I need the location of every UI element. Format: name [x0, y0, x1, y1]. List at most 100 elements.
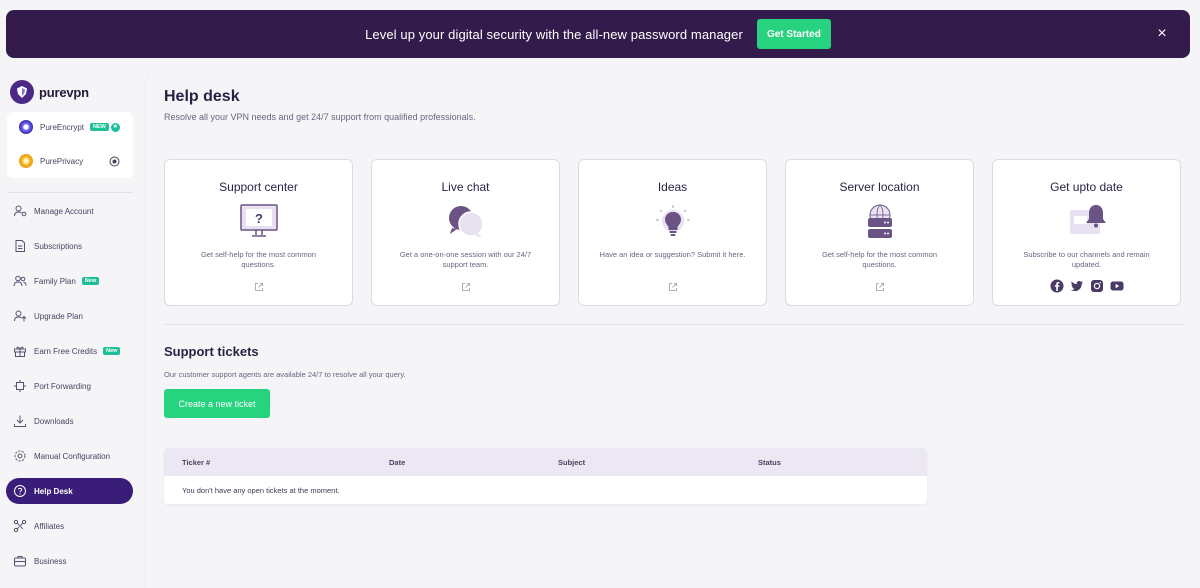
card-description: Subscribe to our channels and remain upd…: [1023, 250, 1150, 269]
gear-icon: [14, 450, 26, 462]
sidebar-divider: [7, 192, 133, 193]
external-link-icon[interactable]: [254, 282, 264, 292]
card-title: Support center: [219, 180, 298, 194]
user-upgrade-icon: [14, 310, 27, 322]
sidebar-item-affiliates[interactable]: Affiliates: [6, 513, 133, 539]
card-support-center[interactable]: Support center ? Get self-help for the m…: [164, 159, 353, 306]
sidebar: purevpn PureEncrypt NEW ★ PurePrivacy Ma…: [0, 68, 145, 588]
nav-label: Upgrade Plan: [34, 311, 83, 321]
sidebar-item-subscriptions[interactable]: Subscriptions: [6, 233, 133, 259]
column-header-status: Status: [758, 458, 781, 467]
gift-icon: [14, 346, 26, 357]
purevpn-logo-icon: [10, 80, 34, 104]
nav-label: Help Desk: [34, 486, 73, 496]
product-pureprivacy[interactable]: PurePrivacy: [19, 154, 120, 168]
column-header-date: Date: [389, 458, 406, 467]
user-gear-icon: [14, 205, 27, 217]
nav-label: Manual Configuration: [34, 451, 111, 461]
close-icon[interactable]: ×: [1152, 24, 1172, 44]
products-card: PureEncrypt NEW ★ PurePrivacy: [7, 112, 133, 178]
chat-bubbles-icon: [448, 206, 484, 238]
question-icon: [14, 485, 26, 497]
new-badge: New: [103, 347, 121, 355]
card-description: Get self-help for the most common questi…: [821, 250, 938, 269]
sidebar-item-business[interactable]: Business: [6, 548, 133, 574]
pureprivacy-icon: [19, 154, 33, 168]
main-content: Help desk Resolve all your VPN needs and…: [145, 68, 1200, 588]
server-globe-icon: [867, 204, 892, 238]
sidebar-item-earn-free-credits[interactable]: Earn Free Credits New: [6, 338, 133, 364]
facebook-icon[interactable]: [1050, 279, 1064, 293]
card-ideas[interactable]: Ideas Have an idea or suggestion? Submit…: [578, 159, 767, 306]
section-divider: [164, 324, 1183, 325]
support-tickets-title: Support tickets: [164, 344, 259, 359]
external-link-icon[interactable]: [668, 282, 678, 292]
new-badge: NEW: [90, 123, 109, 131]
settings-circle-icon: [109, 156, 120, 167]
banner-text: Level up your digital security with the …: [365, 26, 743, 42]
external-link-icon[interactable]: [461, 282, 471, 292]
users-icon: [13, 275, 27, 287]
download-icon: [14, 415, 26, 427]
create-ticket-button[interactable]: Create a new ticket: [164, 389, 270, 418]
star-icon: ★: [110, 122, 120, 132]
document-icon: [15, 240, 25, 252]
youtube-icon[interactable]: [1110, 279, 1124, 293]
nav-label: Earn Free Credits: [34, 346, 98, 356]
page-title: Help desk: [164, 88, 240, 105]
help-cards: Support center ? Get self-help for the m…: [164, 159, 1181, 306]
tickets-table: Ticker # Date Subject Status You don't h…: [164, 448, 927, 504]
column-header-subject: Subject: [558, 458, 586, 467]
nav-label: Business: [34, 556, 67, 566]
nav-label: Subscriptions: [34, 241, 83, 251]
sidebar-item-manual-configuration[interactable]: Manual Configuration: [6, 443, 133, 469]
monitor-question-icon: ?: [239, 204, 278, 237]
sidebar-item-manage-account[interactable]: Manage Account: [6, 198, 133, 224]
product-label: PureEncrypt: [40, 122, 85, 132]
page-subtitle: Resolve all your VPN needs and get 24/7 …: [164, 112, 476, 122]
svg-text:?: ?: [255, 211, 263, 226]
card-description: Get a one-on-one session with our 24/7 s…: [399, 250, 532, 269]
briefcase-icon: [14, 556, 26, 567]
product-pureencrypt[interactable]: PureEncrypt NEW ★: [19, 120, 120, 134]
promo-banner: Level up your digital security with the …: [6, 10, 1190, 58]
card-title: Server location: [839, 180, 920, 194]
logo[interactable]: purevpn: [10, 80, 89, 104]
sidebar-item-upgrade-plan[interactable]: Upgrade Plan: [6, 303, 133, 329]
sidebar-item-port-forwarding[interactable]: Port Forwarding: [6, 373, 133, 399]
card-server-location[interactable]: Server location Get self-help for the mo…: [785, 159, 974, 306]
card-title: Get upto date: [1050, 180, 1123, 194]
social-links: [1047, 279, 1127, 293]
column-header-ticket: Ticker #: [182, 458, 211, 467]
get-started-button[interactable]: Get Started: [756, 19, 831, 49]
sidebar-item-family-plan[interactable]: Family Plan New: [6, 268, 133, 294]
affiliates-icon: [13, 519, 27, 533]
lightbulb-icon: [655, 205, 690, 236]
card-title: Live chat: [441, 180, 490, 194]
card-live-chat[interactable]: Live chat Get a one-on-one session with …: [371, 159, 560, 306]
nav-label: Affiliates: [34, 521, 65, 531]
table-header: Ticker # Date Subject Status: [164, 448, 927, 476]
new-badge: New: [81, 277, 100, 285]
sidebar-item-downloads[interactable]: Downloads: [6, 408, 133, 434]
card-title: Ideas: [657, 180, 688, 194]
logo-text: purevpn: [39, 84, 89, 100]
support-tickets-subtitle: Our customer support agents are availabl…: [164, 370, 406, 379]
notification-bell-icon: [1069, 205, 1106, 234]
sidebar-item-help-desk[interactable]: Help Desk: [6, 478, 133, 504]
pureencrypt-icon: [19, 120, 33, 134]
sidebar-nav: Manage Account Subscriptions Family Plan…: [6, 198, 133, 583]
nav-label: Family Plan: [34, 276, 76, 286]
port-icon: [14, 380, 26, 392]
nav-label: Port Forwarding: [34, 381, 91, 391]
nav-label: Downloads: [34, 416, 74, 426]
card-description: Have an idea or suggestion? Submit it he…: [599, 250, 746, 259]
instagram-icon[interactable]: [1090, 279, 1104, 293]
empty-state-text: You don't have any open tickets at the m…: [182, 486, 340, 495]
external-link-icon[interactable]: [875, 282, 885, 292]
product-label: PurePrivacy: [40, 156, 84, 166]
card-get-upto-date[interactable]: Get upto date Subscribe to our channels …: [992, 159, 1181, 306]
nav-label: Manage Account: [34, 206, 94, 216]
card-description: Get self-help for the most common questi…: [200, 250, 317, 269]
twitter-icon[interactable]: [1070, 279, 1084, 293]
